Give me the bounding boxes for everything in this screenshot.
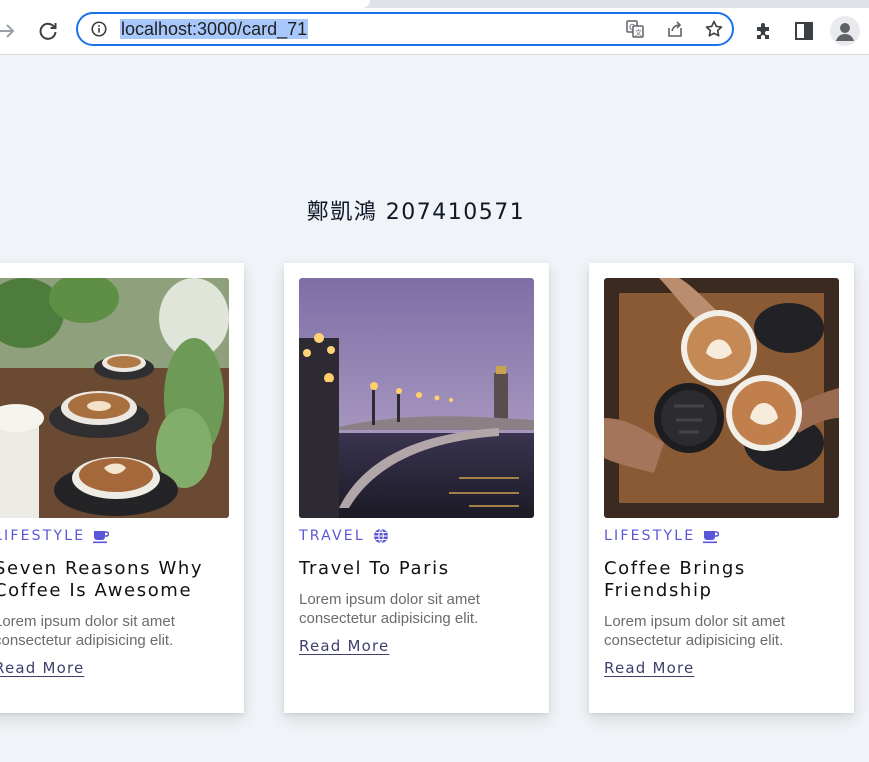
card: LIFESTYLE Coffee Brings Friendship Lorem… (589, 263, 854, 713)
read-more-link[interactable]: Read More (0, 659, 84, 677)
browser-toolbar: localhost:3000/card_71 G文 (0, 8, 869, 55)
coffee-cup-icon (703, 528, 720, 544)
paris-bridge-photo (299, 278, 534, 518)
coffee-cup-icon (93, 528, 110, 544)
coffee-toast-photo (604, 278, 839, 518)
card-description: Lorem ipsum dolor sit amet consectetur a… (299, 591, 480, 627)
globe-icon (373, 528, 389, 544)
card-category: TRAVEL (299, 528, 389, 544)
card-description: Lorem ipsum dolor sit amet consectetur a… (604, 613, 785, 649)
puzzle-icon[interactable] (752, 19, 776, 43)
arrow-right-icon[interactable] (0, 19, 18, 43)
star-icon[interactable] (704, 19, 724, 39)
category-label: TRAVEL (299, 528, 365, 544)
card-category: LIFESTYLE (0, 528, 110, 544)
profile-icon[interactable] (830, 16, 860, 46)
info-icon[interactable] (90, 20, 108, 38)
card: LIFESTYLE Seven Reasons Why Coffee Is Aw… (0, 263, 244, 713)
card-title: Seven Reasons Why Coffee Is Awesome (0, 558, 204, 601)
url-text[interactable]: localhost:3000/card_71 (120, 19, 309, 39)
address-bar[interactable]: localhost:3000/card_71 G文 (76, 12, 734, 46)
coffee-cups-photo (0, 278, 229, 518)
translate-icon[interactable]: G文 (625, 19, 645, 39)
card-category: LIFESTYLE (604, 528, 720, 544)
card-title: Travel To Paris (299, 558, 450, 579)
reload-icon[interactable] (36, 19, 60, 43)
svg-text:文: 文 (635, 28, 642, 37)
active-tab[interactable] (0, 0, 370, 8)
read-more-link[interactable]: Read More (604, 659, 694, 677)
share-icon[interactable] (665, 19, 685, 39)
card: TRAVEL Travel To Paris Lorem ipsum dolor… (284, 263, 549, 713)
side-panel-icon[interactable] (792, 19, 816, 43)
read-more-link[interactable]: Read More (299, 637, 389, 655)
card-description: Lorem ipsum dolor sit amet consectetur a… (0, 613, 175, 649)
category-label: LIFESTYLE (604, 528, 696, 544)
card-title: Coffee Brings Friendship (604, 558, 746, 601)
page-title: 鄭凱鴻 207410571 (306, 200, 526, 225)
tab-strip (0, 0, 869, 8)
category-label: LIFESTYLE (0, 528, 86, 544)
